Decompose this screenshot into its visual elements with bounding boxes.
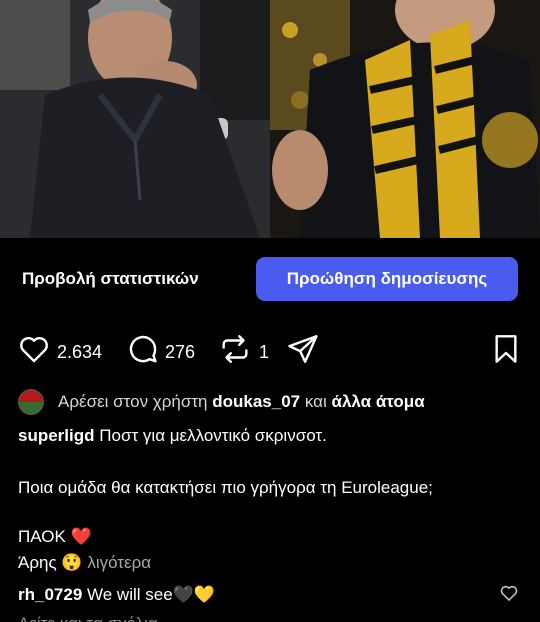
photo-fan-scarf xyxy=(270,0,540,238)
like-count[interactable]: 2.634 xyxy=(57,342,102,363)
option-2-text: Άρης xyxy=(18,553,57,572)
caption-option-1: ΠΑΟΚ ❤️ xyxy=(18,527,92,547)
comment-icon[interactable] xyxy=(126,332,160,366)
caption-author[interactable]: superligd xyxy=(18,426,95,445)
liked-by-conjunction: και xyxy=(304,392,327,411)
post-photo-right[interactable] xyxy=(270,0,540,238)
red-heart-emoji: ❤️ xyxy=(70,527,92,546)
liked-by-username[interactable]: doukas_07 xyxy=(212,392,300,412)
option-1-text: ΠΑΟΚ xyxy=(18,527,66,546)
liked-by-prefix: Αρέσει στον χρήστη xyxy=(58,392,208,411)
caption-text-line1: Ποστ για μελλοντικό σκρινσοτ. xyxy=(99,426,327,445)
repost-icon[interactable] xyxy=(218,332,252,366)
liked-by-row[interactable]: Αρέσει στον χρήστη doukas_07 και άλλα άτ… xyxy=(18,389,425,415)
astonished-emoji: 😲 xyxy=(61,553,83,572)
comment-username[interactable]: rh_0729 xyxy=(18,585,82,604)
bookmark-icon[interactable] xyxy=(490,332,522,366)
post-actions-row: Προβολή στατιστικών Προώθηση δημοσίευσης xyxy=(0,257,540,301)
share-icon[interactable] xyxy=(286,332,320,366)
comment-emojis: 🖤💛 xyxy=(172,585,216,604)
post-media[interactable] xyxy=(0,0,540,238)
comment-count[interactable]: 276 xyxy=(165,342,195,363)
small-heart-icon[interactable] xyxy=(499,583,519,603)
engagement-bar: 2.634 276 1 xyxy=(0,332,540,370)
repost-count[interactable]: 1 xyxy=(259,342,269,363)
caption-option-2: Άρης 😲 λιγότερα xyxy=(18,553,151,573)
less-link[interactable]: λιγότερα xyxy=(87,553,151,572)
avatar[interactable] xyxy=(18,389,44,415)
view-comments-partial[interactable]: Δείτε και τα σχόλια xyxy=(18,614,158,622)
comment-text: We will see xyxy=(87,585,173,604)
caption-first-line: superligd Ποστ για μελλοντικό σκρινσοτ. xyxy=(18,426,327,446)
promote-post-button[interactable]: Προώθηση δημοσίευσης xyxy=(256,257,518,301)
comment-item: rh_0729 We will see🖤💛 xyxy=(18,585,215,605)
caption-question: Ποια ομάδα θα κατακτήσει πιο γρήγορα τη … xyxy=(18,478,433,497)
heart-icon[interactable] xyxy=(17,332,51,366)
post-photo-left[interactable] xyxy=(0,0,270,238)
photo-man-sitting xyxy=(0,0,270,238)
liked-by-others-link[interactable]: άλλα άτομα xyxy=(332,392,425,412)
view-insights-button[interactable]: Προβολή στατιστικών xyxy=(22,257,199,301)
